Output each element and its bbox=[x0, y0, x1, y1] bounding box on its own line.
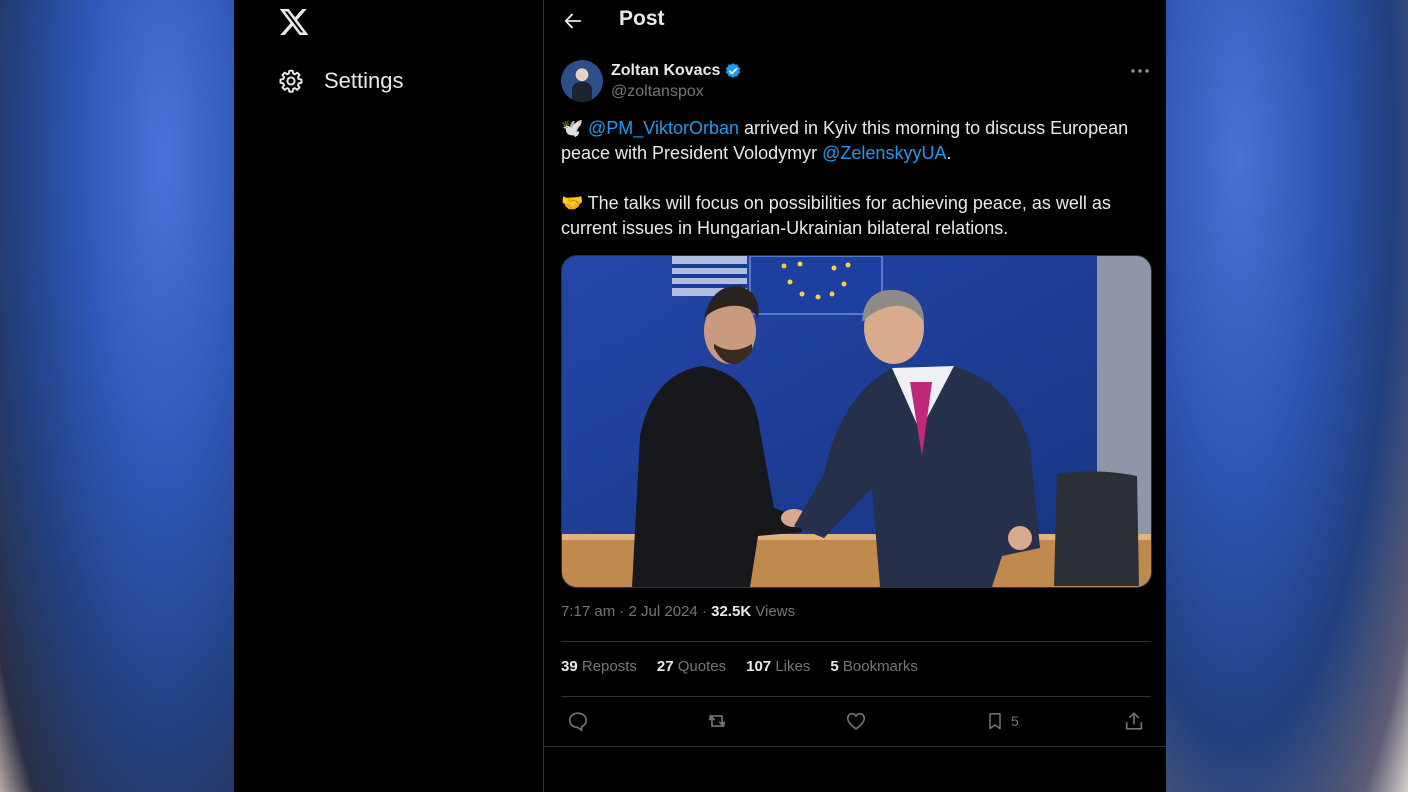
quotes-stat[interactable]: 27 Quotes bbox=[657, 658, 726, 675]
page-header: Post bbox=[544, 0, 1166, 42]
post-text-segment: . bbox=[946, 143, 952, 163]
post-paragraph-1: 🕊️ @PM_ViktorOrban arrived in Kyiv this … bbox=[561, 116, 1151, 166]
likes-stat[interactable]: 107 Likes bbox=[746, 658, 810, 675]
post-time[interactable]: 7:17 am bbox=[561, 603, 615, 620]
background-left bbox=[0, 0, 234, 792]
meta-separator: · bbox=[701, 603, 707, 620]
mention-link-orban[interactable]: @PM_ViktorOrban bbox=[588, 118, 739, 138]
more-options-icon[interactable] bbox=[1130, 66, 1150, 76]
bookmarks-stat[interactable]: 5 Bookmarks bbox=[830, 658, 918, 675]
verified-badge-icon bbox=[726, 62, 741, 78]
quotes-count: 27 bbox=[656, 658, 674, 675]
reply-icon bbox=[568, 712, 588, 732]
page-title: Post bbox=[619, 7, 665, 30]
likes-label: Likes bbox=[775, 658, 811, 675]
bookmarks-count: 5 bbox=[830, 658, 839, 675]
bookmark-icon bbox=[989, 713, 1001, 730]
bookmark-button[interactable]: 5 bbox=[985, 710, 1019, 732]
author-name-text[interactable]: Zoltan Kovacs bbox=[611, 62, 720, 80]
views-count: 32.5K bbox=[711, 603, 752, 620]
reply-button[interactable] bbox=[567, 710, 589, 732]
reposts-count: 39 bbox=[561, 658, 578, 675]
bookmark-count: 5 bbox=[1011, 713, 1019, 729]
handshake-emoji: 🤝 bbox=[561, 193, 584, 213]
likes-count: 107 bbox=[746, 658, 772, 675]
sidebar-item-settings[interactable]: Settings bbox=[278, 68, 404, 94]
app-window: Settings Post Zoltan Kovacs @zoltanspox bbox=[234, 0, 1166, 792]
sidebar-item-label: Settings bbox=[324, 68, 404, 93]
meta-separator: · bbox=[619, 603, 625, 620]
post-metadata: 7:17 am · 2 Jul 2024 · 32.5K Views bbox=[561, 603, 795, 620]
x-logo-icon[interactable] bbox=[278, 6, 310, 38]
post-photo[interactable] bbox=[561, 255, 1152, 588]
gear-icon bbox=[279, 69, 303, 93]
post-date[interactable]: 2 Jul 2024 bbox=[629, 603, 698, 620]
post-author: Zoltan Kovacs @zoltanspox bbox=[561, 60, 742, 102]
reposts-stat[interactable]: 39 Reposts bbox=[561, 658, 637, 675]
repost-button[interactable] bbox=[705, 710, 729, 732]
post-text-segment: The talks will focus on possibilities fo… bbox=[561, 193, 1111, 238]
quotes-label: Quotes bbox=[677, 658, 727, 675]
avatar[interactable] bbox=[561, 60, 603, 102]
post-actions: 5 bbox=[561, 708, 1151, 736]
heart-icon bbox=[846, 712, 866, 730]
back-arrow-icon[interactable] bbox=[562, 10, 584, 32]
handshake-photo-image bbox=[562, 256, 1151, 587]
dove-emoji: 🕊️ bbox=[561, 118, 584, 138]
main-column: Post Zoltan Kovacs @zoltanspox 🕊️ @PM_Vi… bbox=[544, 0, 1166, 792]
author-display-name[interactable]: Zoltan Kovacs bbox=[611, 62, 742, 80]
share-icon bbox=[1125, 712, 1143, 730]
views-label: Views bbox=[755, 603, 796, 620]
like-button[interactable] bbox=[845, 710, 867, 732]
reposts-label: Reposts bbox=[581, 658, 637, 675]
repost-icon bbox=[708, 715, 726, 727]
post-paragraph-2: 🤝 The talks will focus on possibilities … bbox=[561, 191, 1151, 241]
mention-link-zelenskyy[interactable]: @ZelenskyyUA bbox=[822, 143, 946, 163]
sidebar: Settings bbox=[234, 0, 544, 792]
divider bbox=[561, 696, 1151, 697]
divider bbox=[544, 746, 1166, 747]
bookmarks-label: Bookmarks bbox=[842, 658, 918, 675]
background-right bbox=[1166, 0, 1408, 792]
post-stats: 39 Reposts 27 Quotes 107 Likes 5 Bookmar… bbox=[561, 658, 918, 675]
share-button[interactable] bbox=[1123, 710, 1145, 732]
author-names: Zoltan Kovacs @zoltanspox bbox=[611, 62, 742, 101]
divider bbox=[561, 641, 1151, 642]
author-handle[interactable]: @zoltanspox bbox=[611, 83, 742, 101]
post-text: 🕊️ @PM_ViktorOrban arrived in Kyiv this … bbox=[561, 116, 1151, 241]
